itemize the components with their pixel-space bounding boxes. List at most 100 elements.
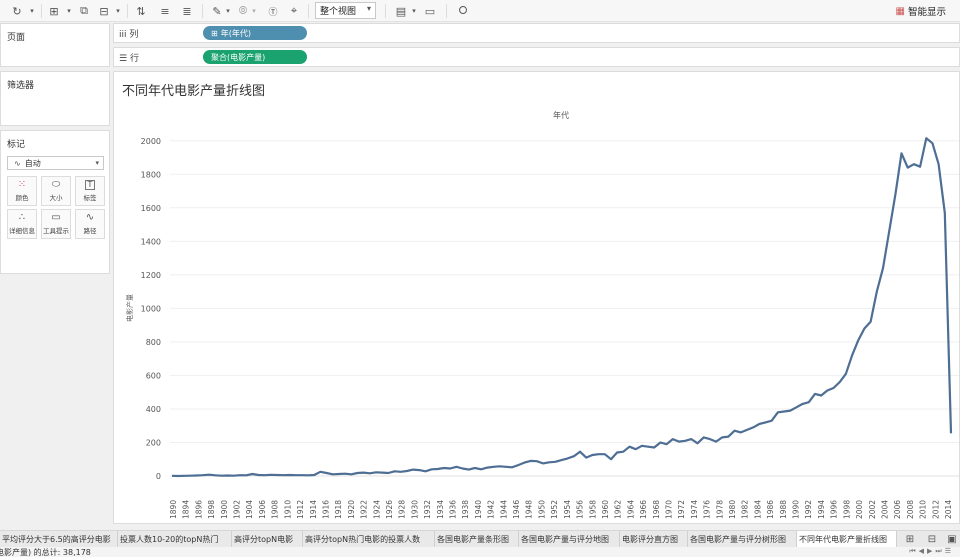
redo-dropdown-icon[interactable]: ▾ [28,3,36,19]
separator [202,4,203,18]
rows-icon: ☰ [119,54,130,64]
production-pill-label: 聚合(电影产量) [211,52,266,62]
mark-type-dropdown[interactable]: ∿ 自动 ▾ [7,156,104,170]
production-pill[interactable]: 聚合(电影产量) [203,50,307,64]
x-tick-label: 1966 [639,500,648,519]
x-tick-label: 1942 [487,500,496,519]
x-tick-label: 2008 [906,500,915,519]
sort-descending-icon[interactable]: ≣ [178,3,196,19]
show-cards-dropdown-icon[interactable]: ▾ [410,3,418,19]
x-tick-label: 1926 [385,500,394,519]
x-tick-label: 1968 [652,500,661,519]
tab-vote-10-20-top-n[interactable]: 投票人数10-20的topN热门 [118,531,232,548]
tab-top-n-votes[interactable]: 高评分topN热门电影的投票人数 [303,531,435,548]
x-tick-label: 1890 [169,500,178,519]
x-tick-label: 1918 [334,500,343,519]
tab-high-rating-movies[interactable]: 平均评分大于6.5的高评分电影 [0,531,118,548]
x-tick-label: 1948 [525,500,534,519]
line-icon: ∿ [14,158,21,168]
label-card[interactable]: T 标签 [75,176,105,206]
x-tick-label: 1962 [614,500,623,519]
detail-card[interactable]: ∴ 详细信息 [7,209,37,239]
x-tick-label: 1994 [817,500,826,519]
x-tick-label: 1946 [512,500,521,519]
clear-dropdown-icon[interactable]: ▾ [114,3,122,19]
show-me-button[interactable]: ▦ 智能显示 [896,3,946,19]
tab-country-map[interactable]: 各国电影产量与评分地图 [519,531,620,548]
toolbar: ↻ ▾ ⊞ ▾ ⧉ ⊟ ▾ ⇅ ≡ ≣ ✎ ▾ ⦾ ▾ Ⓣ ⌖ 整个视图 ▾ ▤… [0,0,960,22]
tab-country-bar[interactable]: 各国电影产量条形图 [435,531,519,548]
filters-pane[interactable]: 筛选器 [0,71,110,126]
tab-rating-histogram[interactable]: 电影评分直方图 [620,531,688,548]
new-story-tab-icon[interactable]: ▣ [945,533,959,546]
path-card[interactable]: ∿ 路径 [75,209,105,239]
x-tick-label: 1936 [449,500,458,519]
color-card[interactable]: ⁙ 颜色 [7,176,37,206]
x-tick-label: 1934 [436,500,445,519]
new-worksheet-tab-icon[interactable]: ⊞ [903,533,917,546]
group-dropdown-icon[interactable]: ▾ [250,3,258,19]
tab-label: 投票人数10-20的topN热门 [120,535,219,544]
year-pill[interactable]: ⊞ 年(年代) [203,26,307,40]
x-tick-label: 1980 [728,500,737,519]
x-tick-label: 1988 [779,500,788,519]
new-dashboard-tab-icon[interactable]: ⊟ [925,533,939,546]
marks-title: 标记 [7,140,26,150]
sort-ascending-icon[interactable]: ≡ [156,3,174,19]
rows-shelf[interactable]: ☰ 行 聚合(电影产量) [113,47,960,67]
new-worksheet-icon[interactable]: ⊞ [45,3,63,19]
separator [446,4,447,18]
x-tick-label: 2014 [944,500,953,519]
chevron-down-icon: ▾ [95,159,99,167]
x-tick-label: 1930 [410,500,419,519]
y-tick-label: 1400 [141,237,161,246]
x-tick-label: 1950 [537,500,546,519]
swap-rows-columns-icon[interactable]: ⇅ [132,3,150,19]
columns-label-text: 列 [129,30,139,40]
x-tick-label: 1972 [677,500,686,519]
tooltip-icon: ▭ [51,212,61,223]
y-axis-title: 电影产量 [125,294,134,322]
label-card-label: 标签 [83,194,97,202]
x-tick-label: 1896 [194,500,203,519]
columns-shelf[interactable]: iii 列 ⊞ 年(年代) [113,23,960,43]
status-bar: 电影产量) 的总计: 38,178 ⏮◀▶⏭☰ [0,547,960,557]
x-tick-label: 1992 [804,500,813,519]
new-worksheet-dropdown-icon[interactable]: ▾ [65,3,73,19]
redo-icon[interactable]: ↻ [8,3,26,19]
x-tick-label: 1964 [626,500,635,519]
pin-icon[interactable]: ⌖ [287,3,301,19]
x-tick-label: 1932 [423,500,432,519]
share-icon[interactable]: ⭘ [455,3,471,19]
x-tick-label: 1952 [550,500,559,519]
show-cards-icon[interactable]: ▤ [393,3,409,19]
tab-decade-line[interactable]: 不同年代电影产量折线图 [797,531,897,548]
separator [127,4,128,18]
tab-top-n-rated[interactable]: 高评分topN电影 [232,531,303,548]
fit-view-dropdown[interactable]: 整个视图 ▾ [315,2,376,19]
show-labels-icon[interactable]: Ⓣ [265,3,281,19]
x-tick-label: 1938 [461,500,470,519]
year-pill-label: 年(年代) [220,28,251,38]
tooltip-card-label: 工具提示 [43,227,69,235]
duplicate-icon[interactable]: ⧉ [75,3,93,19]
tab-country-treemap[interactable]: 各国电影产量与评分树形图 [688,531,797,548]
pages-pane[interactable]: 页面 [0,23,110,67]
x-tick-label: 1940 [474,500,483,519]
highlight-dropdown-icon[interactable]: ▾ [224,3,232,19]
highlight-icon[interactable]: ✎ [210,3,224,19]
y-tick-label: 200 [146,438,161,447]
x-tick-label: 1960 [601,500,610,519]
tooltip-card[interactable]: ▭ 工具提示 [41,209,71,239]
chart-view[interactable]: 不同年代电影产量折线图 年代 0 200 400 600 800 1000 1200 1400 1… [113,71,960,524]
size-icon: ⬭ [51,179,61,190]
x-tick-label: 1928 [398,500,407,519]
status-summary: 电影产量) 的总计: 38,178 [0,548,91,557]
presentation-mode-icon[interactable]: ▭ [422,3,438,19]
y-tick-label: 400 [146,405,161,414]
size-card[interactable]: ⬭ 大小 [41,176,71,206]
sheet-nav-icons[interactable]: ⏮◀▶⏭☰ [909,547,954,556]
group-members-icon[interactable]: ⦾ [236,3,250,19]
tab-label: 不同年代电影产量折线图 [799,535,887,544]
clear-sheet-icon[interactable]: ⊟ [96,3,112,19]
